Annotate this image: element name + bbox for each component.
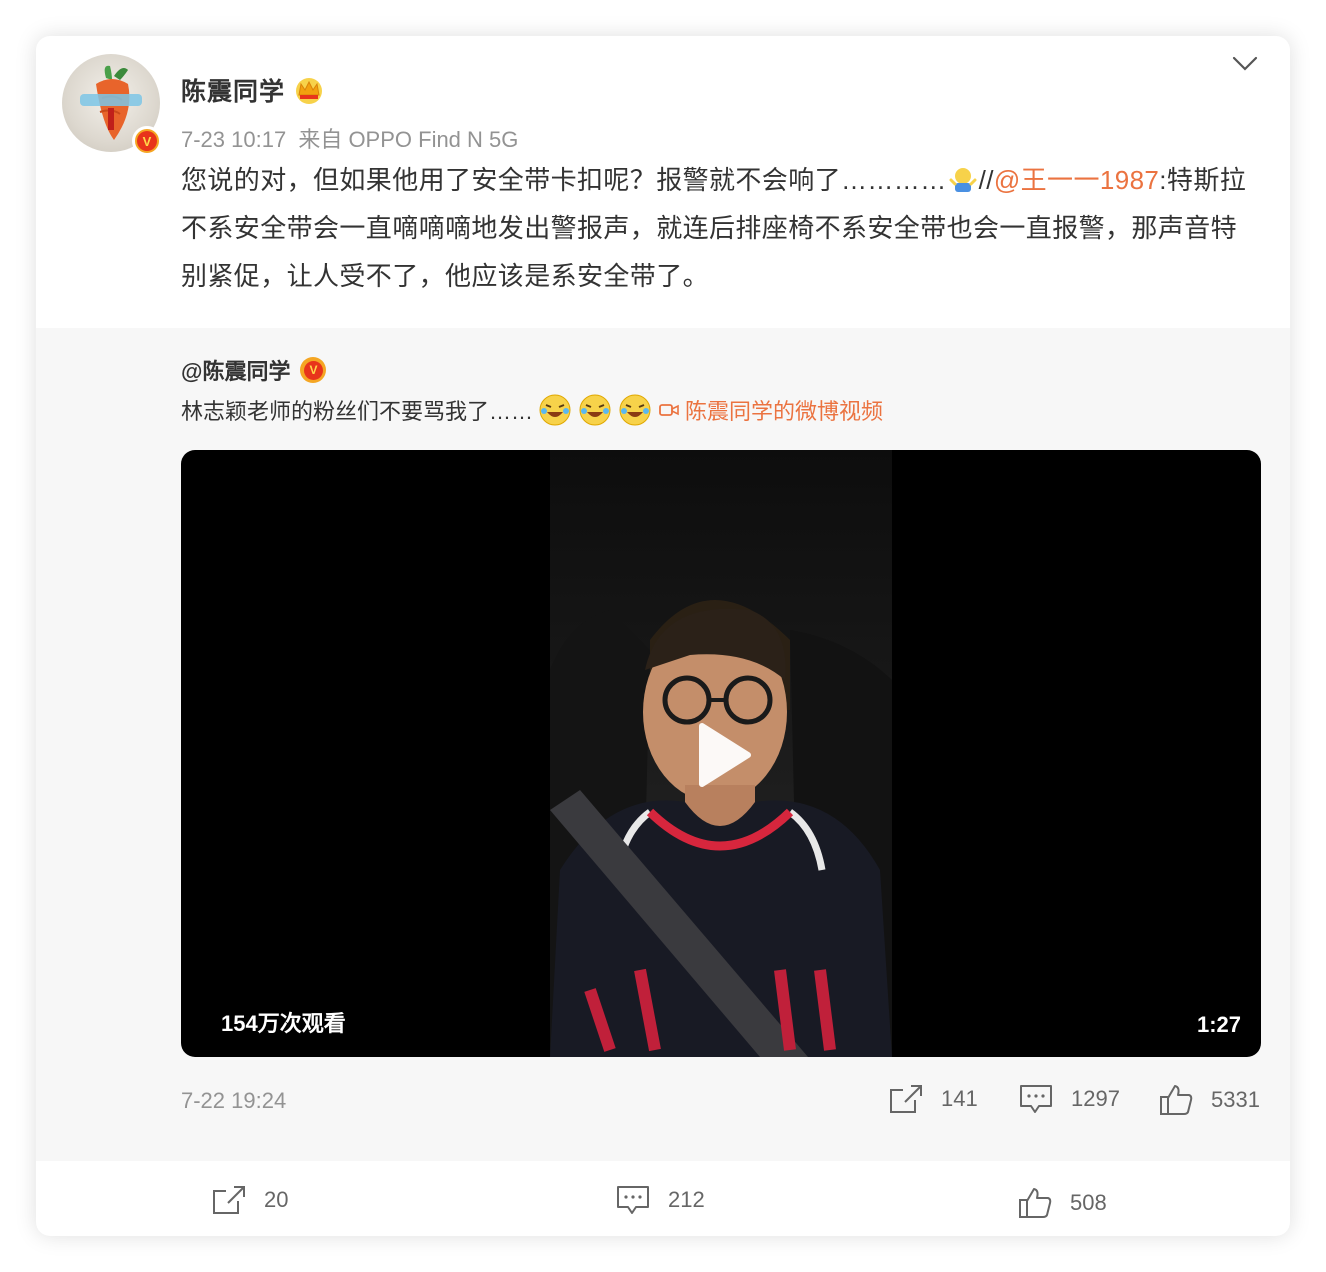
repost-comment-button[interactable]: 1297: [1019, 1084, 1120, 1114]
like-count: 5331: [1211, 1087, 1260, 1112]
video-duration: 1:27: [1196, 1012, 1241, 1037]
like-button[interactable]: 508: [1018, 1187, 1107, 1219]
repost-like-button[interactable]: 5331: [1159, 1084, 1260, 1116]
repost-text-main: 林志颖老师的粉丝们不要骂我了……: [181, 399, 534, 424]
video-link[interactable]: 陈震同学的微博视频: [659, 394, 883, 426]
comment-icon: [617, 1186, 649, 1214]
post-text-main: 您说的对，但如果他用了安全带卡扣呢？报警就不会响了…………: [181, 165, 947, 195]
verified-badge-icon: V: [300, 357, 327, 383]
video-player[interactable]: 154万次观看 1:27: [181, 450, 1261, 1057]
author-name[interactable]: 陈震同学: [181, 72, 285, 108]
repost-author-name[interactable]: @陈震同学: [181, 354, 290, 386]
reposted-content: @陈震同学 V 林志颖老师的粉丝们不要骂我了…… 陈震同学的微博视频 154万次…: [36, 328, 1290, 1161]
comment-button[interactable]: 212: [616, 1185, 705, 1215]
post-author: 陈震同学: [181, 72, 325, 108]
laughing-crying-emoji-icon: [539, 394, 571, 426]
post-text: 您说的对，但如果他用了安全带卡扣呢？报警就不会响了………… //@王一一1987…: [181, 156, 1251, 300]
post-meta: 7-23 10:17 来自 OPPO Find N 5G: [181, 122, 518, 154]
video-camera-icon: [659, 404, 679, 416]
crown-icon: [296, 78, 323, 104]
share-icon: [890, 1085, 922, 1113]
repost-footer: 7-22 19:24 141 1297 5331: [181, 1085, 1261, 1118]
repost-share-button[interactable]: 141: [889, 1084, 978, 1114]
post-source: 来自 OPPO Find N 5G: [298, 127, 519, 152]
share-button[interactable]: 20: [212, 1185, 288, 1215]
post-action-bar: 20 212 508: [36, 1161, 1290, 1236]
share-count: 141: [941, 1086, 978, 1111]
thumbs-up-icon: [1160, 1085, 1193, 1115]
repost-time[interactable]: 7-22 19:24: [181, 1088, 286, 1114]
mention-link[interactable]: @王一一1987: [994, 165, 1159, 195]
laughing-crying-emoji-icon: [619, 394, 651, 426]
chevron-down-icon[interactable]: [1230, 52, 1260, 76]
laughing-crying-emoji-icon: [579, 394, 611, 426]
comment-icon: [1020, 1085, 1052, 1113]
video-link-label: 陈震同学的微博视频: [685, 399, 884, 424]
comment-count: 1297: [1071, 1086, 1120, 1111]
post-time[interactable]: 7-23 10:17: [181, 127, 286, 152]
view-count: 154万次观看: [221, 1011, 346, 1036]
thumbs-up-icon: [1019, 1188, 1052, 1218]
play-icon[interactable]: [686, 720, 756, 790]
share-icon: [213, 1186, 245, 1214]
verified-badge-icon: V: [132, 126, 162, 156]
repost-separator: //: [978, 165, 994, 195]
weibo-post-card: V 陈震同学 7-23 10:17 来自 OPPO Find N 5G 您说的对…: [36, 36, 1290, 1236]
share-count: 20: [264, 1187, 289, 1212]
repost-text: 林志颖老师的粉丝们不要骂我了…… 陈震同学的微博视频: [181, 392, 883, 428]
comment-count: 212: [668, 1187, 705, 1212]
shrug-emoji-icon: [949, 168, 977, 192]
like-count: 508: [1070, 1190, 1107, 1215]
repost-author: @陈震同学 V: [181, 354, 327, 386]
